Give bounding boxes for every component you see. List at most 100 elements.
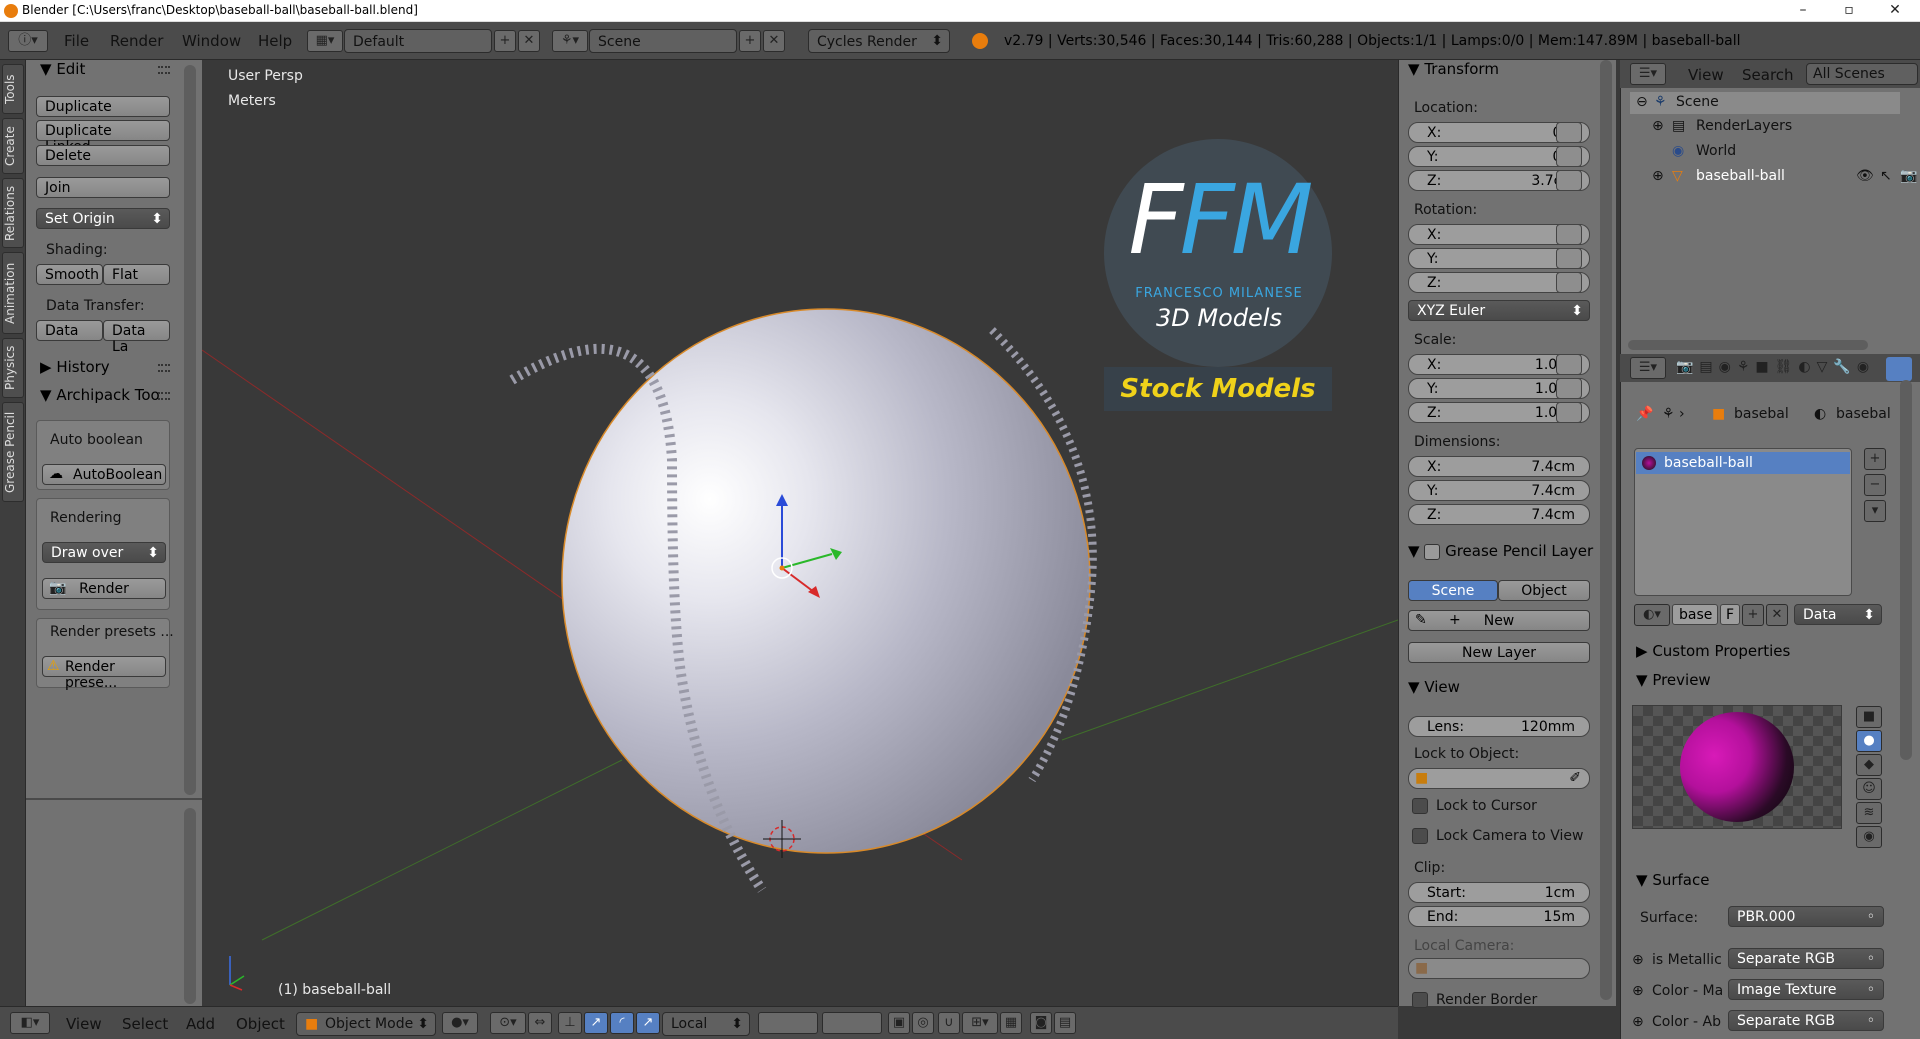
- preview-header[interactable]: ▼ Preview: [1636, 671, 1711, 689]
- clip-start-field[interactable]: Start: 1cm: [1408, 882, 1590, 903]
- new-material-button[interactable]: +: [1742, 604, 1764, 626]
- dimension-y-field[interactable]: Y: 7.4cm: [1408, 480, 1590, 501]
- surface-header[interactable]: ▼ Surface: [1636, 871, 1709, 889]
- lock-rotation-z-icon[interactable]: [1556, 272, 1582, 293]
- data-transfer-button[interactable]: Data: [36, 320, 103, 341]
- drag-handle-icon[interactable]: [158, 66, 170, 74]
- menu-window[interactable]: Window: [182, 32, 241, 50]
- outliner-hscrollbar[interactable]: [1628, 340, 1868, 350]
- dimension-x-field[interactable]: X: 7.4cm: [1408, 456, 1590, 477]
- outliner-menu-search[interactable]: Search: [1742, 66, 1794, 84]
- add-material-slot-button[interactable]: +: [1864, 448, 1886, 470]
- lock-rotation-y-icon[interactable]: [1556, 248, 1582, 269]
- editor-type-info-button[interactable]: ⓘ▾: [8, 30, 48, 52]
- edit-panel-header[interactable]: ▼ Edit: [40, 60, 85, 78]
- material-tab-icon[interactable]: [1886, 357, 1912, 381]
- fake-user-button[interactable]: F: [1720, 604, 1740, 625]
- tab-physics[interactable]: Physics: [2, 338, 24, 398]
- custom-properties-header[interactable]: ▶ Custom Properties: [1636, 642, 1790, 660]
- gp-scene-toggle[interactable]: Scene: [1408, 580, 1498, 601]
- opengl-render-image-button[interactable]: ◙: [1030, 1012, 1052, 1034]
- dimension-z-field[interactable]: Z: 7.4cm: [1408, 504, 1590, 525]
- expand-icon[interactable]: ⊕: [1652, 118, 1664, 134]
- unlink-material-button[interactable]: ✕: [1766, 604, 1788, 626]
- 3d-viewport[interactable]: User Persp Meters (1) baseball-ball FFM …: [202, 60, 1398, 1006]
- tab-create[interactable]: Create: [2, 118, 24, 174]
- autoboolean-button[interactable]: ☁ AutoBoolean: [42, 464, 166, 485]
- lock-location-x-icon[interactable]: [1556, 122, 1582, 143]
- gp-new-button[interactable]: ✎ + New: [1408, 610, 1590, 631]
- translate-manipulator-button[interactable]: ⊥: [558, 1012, 582, 1034]
- color-ab-input[interactable]: Separate RGB ◦: [1728, 1010, 1884, 1031]
- close-button[interactable]: ✕: [1872, 0, 1918, 22]
- viewport-shading-dropdown[interactable]: ●▾: [442, 1012, 478, 1034]
- properties-scrollbar[interactable]: [1900, 380, 1912, 760]
- snap-element-dropdown[interactable]: ⊞▾: [962, 1012, 998, 1034]
- properties-editor-type[interactable]: ☰▾: [1630, 357, 1666, 379]
- set-origin-dropdown[interactable]: Set Origin ⬍: [36, 208, 170, 229]
- rotate-manipulator-button[interactable]: ↗: [584, 1012, 608, 1034]
- lock-to-cursor-checkbox[interactable]: [1412, 798, 1428, 814]
- add-layout-button[interactable]: +: [494, 30, 516, 52]
- lock-location-z-icon[interactable]: [1556, 170, 1582, 191]
- layer-buttons-group-1[interactable]: [758, 1012, 818, 1034]
- menu-help[interactable]: Help: [258, 32, 292, 50]
- expand-icon[interactable]: ⊕: [1632, 1014, 1644, 1030]
- preview-monkey-button[interactable]: ☺: [1856, 778, 1882, 800]
- tab-tools[interactable]: Tools: [2, 64, 24, 114]
- remove-scene-button[interactable]: ✕: [763, 30, 785, 52]
- history-panel-header[interactable]: ▶ History: [40, 358, 110, 376]
- snap-toggle-button[interactable]: ∪: [938, 1012, 960, 1034]
- lock-scale-x-icon[interactable]: [1556, 354, 1582, 375]
- join-button[interactable]: Join: [36, 177, 170, 198]
- gp-object-toggle[interactable]: Object: [1498, 580, 1590, 601]
- tab-grease-pencil[interactable]: Grease Pencil: [2, 402, 24, 502]
- outliner-menu-view[interactable]: View: [1688, 66, 1724, 84]
- menu-add[interactable]: Add: [186, 1015, 215, 1033]
- preview-hair-button[interactable]: ≋: [1856, 802, 1882, 824]
- operator-scrollbar[interactable]: [184, 808, 196, 1004]
- manipulator-toggle[interactable]: ⇔: [528, 1012, 552, 1034]
- menu-file[interactable]: File: [64, 32, 89, 50]
- render-button[interactable]: 📷 Render: [42, 578, 166, 599]
- remove-layout-button[interactable]: ✕: [518, 30, 540, 52]
- smooth-shading-button[interactable]: Smooth: [36, 264, 103, 285]
- clip-end-field[interactable]: End: 15m: [1408, 906, 1590, 927]
- combined-manipulator-button[interactable]: ↗: [636, 1012, 660, 1034]
- expand-icon[interactable]: ⊕: [1632, 983, 1644, 999]
- pin-icon[interactable]: 📌: [1636, 406, 1653, 422]
- menu-view[interactable]: View: [66, 1015, 102, 1033]
- tool-shelf-scrollbar[interactable]: [184, 65, 196, 795]
- lock-to-object-field[interactable]: ■ ✐: [1408, 768, 1590, 789]
- selectable-cursor-icon[interactable]: ↖: [1880, 168, 1892, 184]
- render-presets-button[interactable]: ⚠ Render prese...: [42, 656, 166, 691]
- scene-selector[interactable]: ⚘▾: [552, 30, 588, 52]
- grease-pencil-panel-header[interactable]: ▼ Grease Pencil Layer: [1408, 542, 1593, 560]
- render-engine-dropdown[interactable]: Cycles Render ⬍: [808, 29, 950, 53]
- lock-scale-y-icon[interactable]: [1556, 378, 1582, 399]
- grease-pencil-enable-checkbox[interactable]: [1424, 543, 1441, 560]
- scale-manipulator-button[interactable]: ◜: [610, 1012, 634, 1034]
- display-mode-dropdown[interactable]: All Scenes: [1806, 63, 1918, 85]
- menu-object[interactable]: Object: [236, 1015, 285, 1033]
- sidebar-scrollbar[interactable]: [1600, 60, 1612, 1000]
- preview-flat-button[interactable]: ■: [1856, 706, 1882, 728]
- proportional-edit-button[interactable]: ◎: [912, 1012, 934, 1034]
- preview-world-button[interactable]: ◉: [1856, 826, 1882, 848]
- screen-layout-field[interactable]: Default: [344, 29, 492, 53]
- menu-select[interactable]: Select: [122, 1015, 168, 1033]
- render-border-checkbox[interactable]: [1412, 992, 1428, 1008]
- lock-camera-checkbox[interactable]: [1412, 828, 1428, 844]
- editor-type-3dview-button[interactable]: ◧▾: [10, 1012, 50, 1034]
- transform-panel-header[interactable]: ▼ Transform: [1408, 60, 1499, 78]
- rotation-mode-dropdown[interactable]: XYZ Euler ⬍: [1408, 300, 1590, 321]
- flat-shading-button[interactable]: Flat: [103, 264, 170, 285]
- properties-context-tabs[interactable]: 📷▤◉⚘■⛓◐▽🔧◉: [1676, 359, 1916, 381]
- remove-material-slot-button[interactable]: −: [1864, 474, 1886, 496]
- delete-button[interactable]: Delete: [36, 145, 170, 166]
- is-metallic-input[interactable]: Separate RGB ◦: [1728, 948, 1884, 969]
- expand-icon[interactable]: ⊕: [1652, 168, 1664, 184]
- view-panel-header[interactable]: ▼ View: [1408, 678, 1460, 696]
- lock-location-y-icon[interactable]: [1556, 146, 1582, 167]
- expand-icon[interactable]: ⊖: [1636, 94, 1648, 110]
